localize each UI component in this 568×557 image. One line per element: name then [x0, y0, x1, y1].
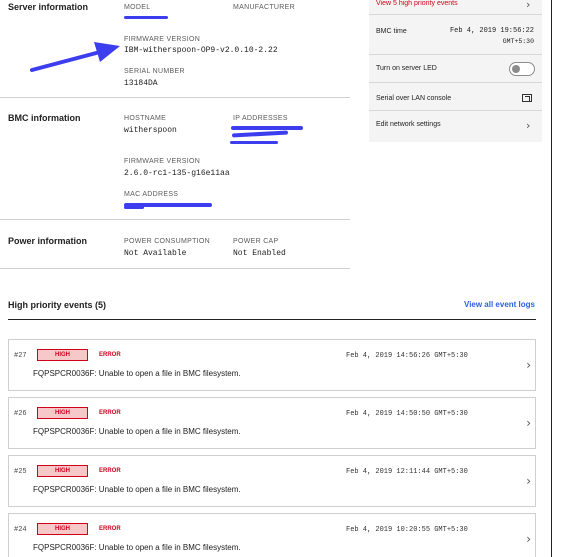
hostname-label: HOSTNAME [124, 115, 167, 122]
event-type: ERROR [99, 410, 121, 416]
event-type: ERROR [99, 352, 121, 358]
serial-label: SERIAL NUMBER [124, 68, 185, 75]
server-led-toggle[interactable] [509, 62, 535, 76]
bmc-info-title: BMC information [8, 113, 81, 123]
server-info-title: Server information [8, 2, 89, 12]
chevron-right-icon[interactable]: › [526, 474, 531, 488]
chevron-right-icon[interactable]: › [526, 532, 531, 546]
hostname-value: witherspoon [124, 126, 177, 135]
bmc-time-zone: GMT+5:30 [502, 38, 534, 45]
high-priority-link[interactable]: View 5 high priority events [376, 0, 458, 7]
redacted-ip [230, 141, 278, 144]
network-settings-row[interactable]: Edit network settings › [369, 111, 542, 142]
server-firmware-value: IBM-witherspoon-OP9-v2.0.10-2.22 [124, 46, 278, 55]
network-settings-label: Edit network settings [376, 121, 441, 128]
power-cap-value: Not Enabled [233, 249, 286, 258]
sol-console-label: Serial over LAN console [376, 95, 452, 102]
events-title: High priority events (5) [8, 300, 107, 310]
event-time: Feb 4, 2019 12:11:44 GMT+5:30 [346, 468, 468, 476]
quick-links-panel: View 5 high priority events › BMC time F… [369, 0, 542, 142]
severity-badge: HIGH [37, 523, 88, 535]
event-card[interactable]: #25 HIGH ERROR Feb 4, 2019 12:11:44 GMT+… [8, 455, 536, 507]
power-consumption-value: Not Available [124, 249, 187, 258]
manufacturer-label: MANUFACTURER [233, 4, 295, 11]
divider [0, 219, 350, 220]
divider [0, 97, 350, 98]
severity-badge: HIGH [37, 407, 88, 419]
event-time: Feb 4, 2019 14:56:26 GMT+5:30 [346, 352, 468, 360]
redacted-model [124, 16, 168, 19]
power-info-title: Power information [8, 236, 88, 246]
external-link-icon [522, 94, 532, 102]
chevron-right-icon[interactable]: › [526, 358, 531, 372]
event-type: ERROR [99, 468, 121, 474]
annotation-arrow [30, 42, 120, 72]
event-description: FQPSPCR0036F: Unable to open a file in B… [33, 369, 241, 378]
view-all-events-link[interactable]: View all event logs [464, 300, 535, 309]
event-time: Feb 4, 2019 14:50:50 GMT+5:30 [346, 410, 468, 418]
event-description: FQPSPCR0036F: Unable to open a file in B… [33, 427, 241, 436]
bmc-time-row: BMC time Feb 4, 2019 19:56:22 GMT+5:30 [369, 15, 542, 55]
event-id: #24 [14, 526, 27, 534]
bmc-time-label: BMC time [376, 28, 407, 35]
server-led-label: Turn on server LED [376, 65, 437, 72]
event-card[interactable]: #24 HIGH ERROR Feb 4, 2019 10:20:55 GMT+… [8, 513, 536, 557]
chevron-right-icon[interactable]: › [526, 416, 531, 430]
chevron-right-icon: › [526, 119, 531, 132]
ip-label: IP ADDRESSES [233, 115, 288, 122]
server-firmware-label: FIRMWARE VERSION [124, 36, 201, 43]
power-consumption-label: POWER CONSUMPTION [124, 238, 210, 245]
mac-label: MAC ADDRESS [124, 191, 179, 198]
event-description: FQPSPCR0036F: Unable to open a file in B… [33, 543, 241, 552]
chevron-right-icon: › [526, 0, 531, 11]
model-label: MODEL [124, 4, 151, 11]
redacted-ip [231, 126, 303, 130]
divider [0, 268, 350, 269]
serial-value: 13184DA [124, 79, 158, 88]
event-type: ERROR [99, 526, 121, 532]
event-id: #25 [14, 468, 27, 476]
event-id: #27 [14, 352, 27, 360]
event-description: FQPSPCR0036F: Unable to open a file in B… [33, 485, 241, 494]
severity-badge: HIGH [37, 465, 88, 477]
sol-console-row[interactable]: Serial over LAN console [369, 83, 542, 111]
bmc-firmware-value: 2.6.0-rc1-135-g16e11aa [124, 169, 230, 178]
redacted-ip [231, 130, 289, 138]
redacted-mac [124, 206, 144, 209]
power-cap-label: POWER CAP [233, 238, 279, 245]
server-led-row: Turn on server LED [369, 55, 542, 83]
bmc-firmware-label: FIRMWARE VERSION [124, 158, 201, 165]
event-card[interactable]: #27 HIGH ERROR Feb 4, 2019 14:56:26 GMT+… [8, 339, 536, 391]
high-priority-link-row[interactable]: View 5 high priority events › [369, 0, 542, 15]
window-edge [551, 0, 552, 557]
event-id: #26 [14, 410, 27, 418]
event-card[interactable]: #26 HIGH ERROR Feb 4, 2019 14:50:50 GMT+… [8, 397, 536, 449]
bmc-time-value: Feb 4, 2019 19:56:22 [449, 27, 534, 35]
divider [8, 319, 536, 320]
severity-badge: HIGH [37, 349, 88, 361]
event-time: Feb 4, 2019 10:20:55 GMT+5:30 [346, 526, 468, 534]
